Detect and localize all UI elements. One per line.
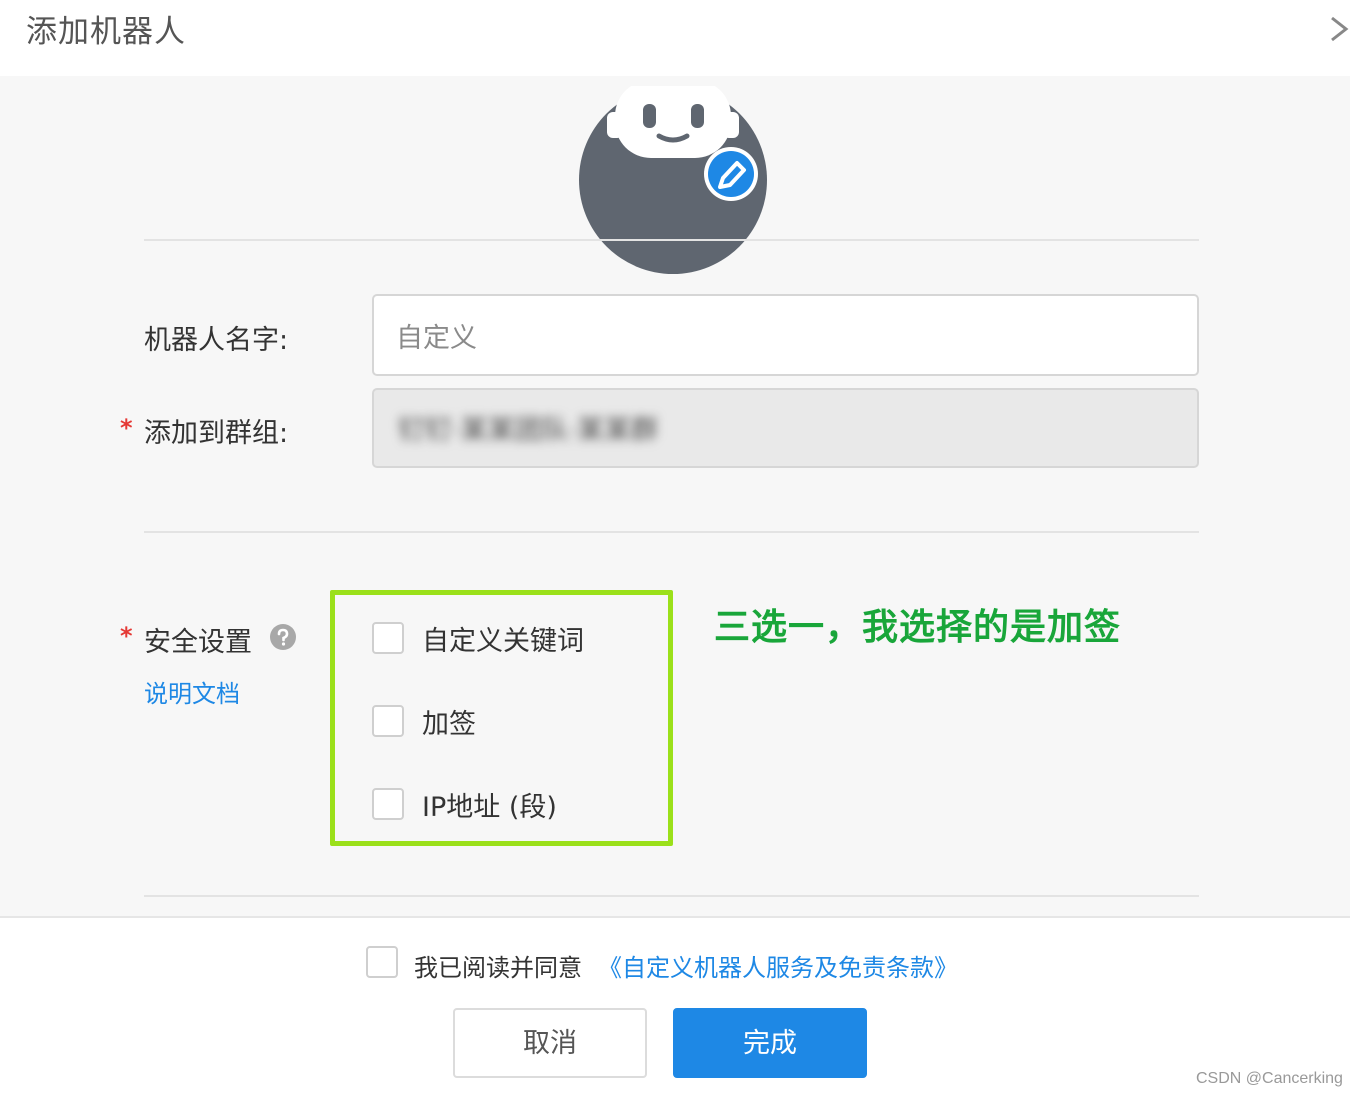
divider-top [144,239,1199,241]
option-keyword-checkbox[interactable] [372,622,404,654]
option-label: 加签 [422,709,476,740]
annotation-text: 三选一，我选择的是加签 [714,607,1122,648]
divider-middle [144,531,1199,533]
agree-text: 我已阅读并同意 [414,954,582,982]
robot-name-input[interactable] [372,294,1199,376]
robot-avatar [579,86,767,274]
doc-link[interactable]: 说明文档 [144,674,240,709]
done-button[interactable]: 完成 [673,1008,867,1078]
group-select[interactable]: 钉钉·某某团队·某某群 [372,388,1199,468]
option-label: 自定义关键词 [422,626,584,657]
option-ip-checkbox[interactable] [372,788,404,820]
dialog-title: 添加机器人 [26,14,186,50]
watermark: CSDN @Cancerking [1196,1070,1343,1087]
required-mark: * [120,414,133,442]
close-icon[interactable] [1328,12,1350,46]
cancel-button[interactable]: 取消 [453,1008,647,1078]
pencil-edit-icon[interactable] [704,147,758,201]
group-label: 添加到群组: [144,418,289,449]
dialog-header: 添加机器人 [0,0,1350,76]
terms-link[interactable]: 《自定义机器人服务及免责条款》 [598,948,958,983]
security-label: 安全设置 [144,627,252,658]
required-mark: * [120,622,133,650]
agree-checkbox[interactable] [366,946,398,978]
question-help-icon[interactable] [270,624,296,650]
option-sign-checkbox[interactable] [372,705,404,737]
divider-bottom [144,895,1199,897]
option-label: IP地址 (段) [422,792,557,823]
dialog-footer: 我已阅读并同意 《自定义机器人服务及免责条款》 取消 完成 CSDN @Canc… [0,916,1350,1096]
dialog-body: 机器人名字: * 添加到群组: 钉钉·某某团队·某某群 * 安全设置 说明文档 … [0,76,1350,916]
name-label: 机器人名字: [144,325,289,356]
group-value: 钉钉·某某团队·某某群 [398,415,659,446]
